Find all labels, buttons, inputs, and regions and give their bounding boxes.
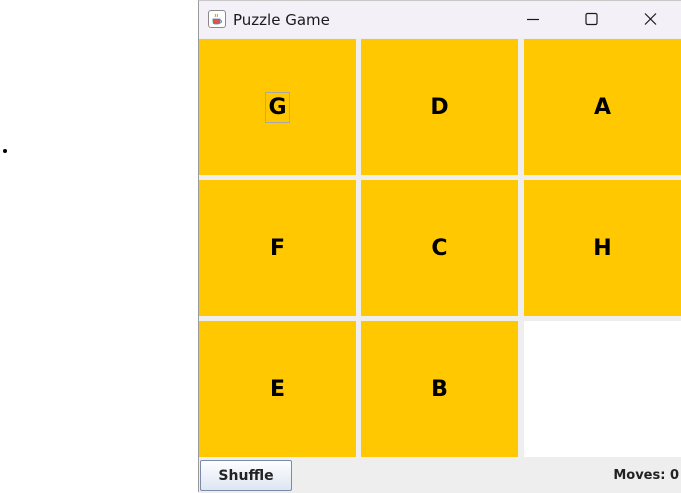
status-bar: Shuffle Moves: 0 [199,458,681,493]
puzzle-game-window: Puzzle Game G D A F C H E B Shuffle Move… [198,0,681,493]
minimize-icon [527,18,539,21]
tile-label: F [269,235,286,261]
java-coffee-cup-icon[interactable] [208,10,226,28]
tile-b[interactable]: B [361,321,518,457]
tile-c[interactable]: C [361,180,518,316]
tile-d[interactable]: D [361,39,518,175]
tile-e[interactable]: E [199,321,356,457]
empty-slot[interactable] [524,321,681,457]
stray-dot [3,149,7,153]
tile-label: D [430,94,449,120]
title-bar[interactable]: Puzzle Game [199,1,681,38]
tile-f[interactable]: F [199,180,356,316]
tile-label: B [431,376,448,402]
tile-label: G [265,91,290,123]
maximize-button[interactable] [563,1,619,38]
minimize-button[interactable] [505,1,561,38]
tile-label: H [593,235,612,261]
close-icon [644,13,657,25]
tile-g[interactable]: G [199,39,356,175]
tile-label: A [593,94,612,120]
tile-h[interactable]: H [524,180,681,316]
moves-counter: Moves: 0 [613,468,679,483]
window-title: Puzzle Game [233,11,330,29]
tile-label: C [431,235,448,261]
puzzle-board: G D A F C H E B [199,38,681,458]
tile-label: E [269,376,286,402]
tile-a[interactable]: A [524,39,681,175]
maximize-icon [585,12,598,26]
shuffle-button[interactable]: Shuffle [200,460,292,491]
close-button[interactable] [622,1,678,38]
